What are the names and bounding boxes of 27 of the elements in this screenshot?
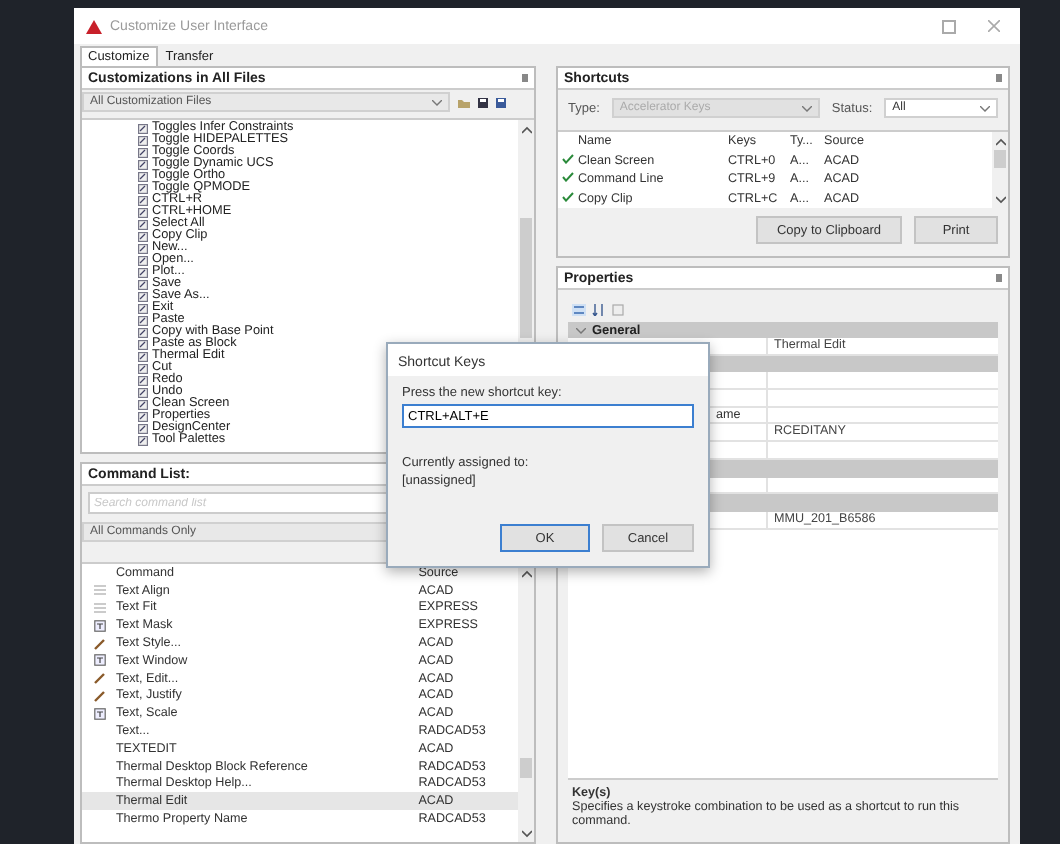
scroll-up-icon[interactable]: [521, 570, 531, 578]
pages-icon[interactable]: [612, 304, 624, 316]
scrollbar-thumb[interactable]: [994, 150, 1006, 168]
text-box-icon: [94, 654, 106, 667]
text-lines-icon: [94, 584, 106, 597]
chevron-down-icon: [980, 105, 990, 111]
scrollbar-thumb[interactable]: [520, 758, 532, 778]
scroll-up-icon[interactable]: [995, 138, 1005, 146]
sort-icon[interactable]: [592, 304, 606, 316]
text-box-icon: [94, 707, 106, 720]
maximize-icon[interactable]: [942, 19, 956, 33]
scrollbar-thumb[interactable]: [520, 218, 532, 338]
scroll-up-icon[interactable]: [521, 126, 531, 134]
chevron-down-icon: [432, 99, 442, 105]
save-as-icon[interactable]: [496, 97, 506, 107]
chevron-down-icon: [801, 105, 812, 111]
close-icon[interactable]: [988, 20, 1000, 32]
pen-icon: [94, 637, 106, 650]
open-icon[interactable]: [458, 97, 470, 107]
categorized-icon[interactable]: [572, 304, 586, 316]
text-box-icon: [94, 619, 106, 632]
text-lines-icon: [94, 601, 106, 614]
scroll-down-icon[interactable]: [995, 196, 1005, 204]
scroll-down-icon[interactable]: [521, 830, 531, 838]
app-logo-icon: [86, 19, 102, 33]
save-icon[interactable]: [478, 97, 488, 107]
chevron-down-icon: [576, 327, 586, 333]
